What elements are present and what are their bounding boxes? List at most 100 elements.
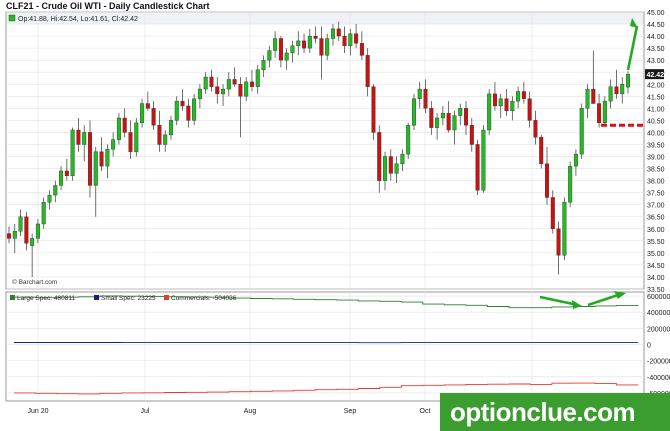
candle-body — [429, 108, 434, 128]
candle-body — [128, 132, 133, 152]
price-tick-label: 36.00 — [647, 227, 665, 234]
price-tick-label: 44.00 — [647, 34, 665, 41]
candle-body — [330, 28, 335, 39]
candle-body — [290, 45, 295, 54]
x-tick-label: Oct — [420, 408, 431, 415]
candle-body — [12, 230, 17, 239]
candle-body — [626, 73, 631, 88]
cot-tick-label: 400000 — [647, 310, 670, 317]
candle-body — [35, 223, 40, 239]
candle-body — [533, 120, 538, 138]
candle-body — [209, 76, 214, 87]
price-tick-label: 40.00 — [647, 130, 665, 137]
candle-body — [41, 202, 46, 225]
candle-body — [18, 216, 23, 232]
candle-body — [516, 91, 521, 102]
price-tick-label: 34.50 — [647, 263, 665, 270]
ohlc-readout: Op:41.88, Hi:42.54, Lo:41.61, Cl:42.42 — [18, 16, 138, 23]
price-tick-label: 35.00 — [647, 251, 665, 258]
candle-body — [59, 170, 64, 186]
candle-body — [267, 50, 272, 61]
candle-body — [620, 84, 625, 95]
candle-body — [47, 194, 52, 203]
candle-body — [597, 103, 602, 123]
candle-body — [151, 108, 156, 126]
candle-body — [168, 120, 173, 136]
candle-body — [30, 238, 35, 246]
candle-body — [469, 125, 474, 145]
candle-body — [76, 129, 81, 145]
candle-body — [602, 100, 607, 124]
source-label: © Barchart.com — [12, 278, 57, 286]
candle-body — [556, 228, 561, 256]
candle-body — [336, 28, 341, 37]
candle-body — [481, 129, 486, 191]
candle-body — [562, 202, 567, 256]
cot-tick-label: -200000 — [647, 359, 670, 366]
x-tick-label: Jun 20 — [27, 408, 48, 415]
x-tick-label: Jul — [141, 408, 150, 415]
price-tick-label: 35.50 — [647, 239, 665, 246]
candle-body — [64, 170, 69, 176]
candle-body — [608, 86, 613, 102]
candle-body — [99, 151, 104, 167]
candle-body — [354, 33, 359, 44]
candle-body — [464, 108, 469, 126]
candle-body — [140, 103, 145, 123]
candle-body — [232, 79, 237, 85]
candle-body — [539, 137, 544, 164]
candle-body — [573, 153, 578, 167]
price-tick-label: 45.00 — [647, 10, 665, 17]
candle-body — [446, 112, 451, 131]
candle-body — [394, 163, 399, 174]
candle-body — [545, 163, 550, 198]
price-tick-label: 40.50 — [647, 118, 665, 125]
candle-body — [591, 88, 596, 104]
candle-body — [342, 35, 347, 46]
candle-body — [111, 139, 116, 150]
candle-body — [487, 93, 492, 131]
cot-legend-label: Large Spec: 480811 — [17, 295, 75, 302]
price-tick-label: 38.00 — [647, 179, 665, 186]
candle-body — [458, 108, 463, 116]
price-tick-label: 41.00 — [647, 106, 665, 113]
candle-body — [249, 81, 254, 87]
watermark: optionclue.com — [440, 393, 670, 431]
candle-body — [521, 91, 526, 99]
candle-body — [400, 153, 405, 164]
candle-body — [527, 98, 532, 121]
candle-body — [116, 117, 121, 140]
candle-body — [134, 122, 139, 152]
candle-body — [388, 156, 393, 174]
candle-body — [579, 108, 584, 155]
candle-body — [278, 38, 283, 61]
candle-body — [163, 134, 168, 145]
candle-body — [273, 38, 278, 51]
readout-swatch — [8, 14, 16, 22]
cot-tick-label: 600000 — [647, 294, 670, 301]
candle-body — [70, 129, 75, 176]
price-tick-label: 37.50 — [647, 191, 665, 198]
candle-body — [145, 103, 150, 109]
candle-body — [197, 88, 202, 99]
x-tick-label: Aug — [244, 408, 257, 415]
cot-tick-label: -400000 — [647, 375, 670, 382]
price-tick-label: 39.50 — [647, 142, 665, 149]
candle-body — [313, 35, 318, 39]
candle-body — [238, 84, 243, 97]
candle-body — [383, 156, 388, 181]
x-tick-label: Sep — [344, 408, 357, 415]
candle-body — [417, 88, 422, 99]
candle-body — [492, 93, 497, 107]
price-tick-label: 33.50 — [647, 287, 665, 294]
candle-body — [302, 40, 307, 49]
candle-body — [585, 88, 590, 109]
candle-body — [348, 33, 353, 46]
price-tick-label: 42.00 — [647, 82, 665, 89]
candle-body — [226, 79, 231, 90]
price-tick-label: 44.50 — [647, 22, 665, 29]
candle-body — [203, 76, 208, 90]
cot-tick-label: 200000 — [647, 326, 670, 333]
candle-body — [105, 149, 110, 167]
price-tick-label: 36.50 — [647, 215, 665, 222]
